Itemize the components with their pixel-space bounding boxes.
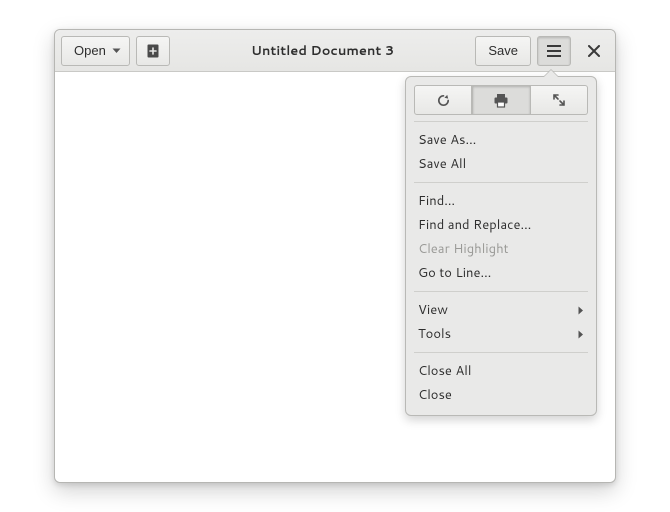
reload-icon bbox=[436, 93, 451, 108]
menu-separator bbox=[414, 121, 588, 122]
app-window: Open Untitled Document 3 Save bbox=[54, 29, 616, 483]
chevron-right-icon bbox=[578, 306, 584, 315]
open-label: Open bbox=[74, 43, 106, 58]
new-tab-button[interactable] bbox=[136, 36, 170, 66]
menu-separator bbox=[414, 352, 588, 353]
menu-label: Clear Highlight bbox=[418, 240, 509, 258]
window-close-button[interactable] bbox=[579, 36, 609, 66]
reload-button[interactable] bbox=[414, 85, 472, 115]
hamburger-menu-button[interactable] bbox=[537, 36, 571, 66]
menu-label: Go to Line… bbox=[418, 264, 491, 282]
menu-view[interactable]: View bbox=[414, 298, 588, 322]
new-document-icon bbox=[145, 43, 161, 59]
menu-go-to-line[interactable]: Go to Line… bbox=[414, 261, 588, 285]
app-menu-popover: Save As… Save All Find… Find and Replace… bbox=[405, 76, 597, 416]
window-title: Untitled Document 3 bbox=[176, 42, 470, 60]
titlebar: Open Untitled Document 3 Save bbox=[55, 30, 615, 72]
menu-separator bbox=[414, 182, 588, 183]
menu-tools[interactable]: Tools bbox=[414, 322, 588, 346]
fullscreen-button[interactable] bbox=[531, 85, 588, 115]
menu-label: Save All bbox=[418, 155, 466, 173]
save-label: Save bbox=[488, 43, 518, 58]
menu-label: Save As… bbox=[418, 131, 476, 149]
menu-label: Find and Replace… bbox=[418, 216, 531, 234]
hamburger-icon bbox=[547, 45, 561, 57]
print-icon bbox=[493, 93, 509, 108]
titlebar-right: Save bbox=[475, 36, 609, 66]
menu-separator bbox=[414, 291, 588, 292]
menu-save-all[interactable]: Save All bbox=[414, 152, 588, 176]
chevron-right-icon bbox=[578, 330, 584, 339]
menu-label: Find… bbox=[418, 192, 455, 210]
menu-label: View bbox=[418, 301, 448, 319]
menu-close-all[interactable]: Close All bbox=[414, 359, 588, 383]
save-button[interactable]: Save bbox=[475, 36, 531, 66]
close-icon bbox=[588, 45, 600, 57]
print-button[interactable] bbox=[472, 85, 530, 115]
menu-label: Close bbox=[418, 386, 452, 404]
menu-label: Tools bbox=[418, 325, 451, 343]
menu-label: Close All bbox=[418, 362, 471, 380]
popover-action-row bbox=[414, 85, 588, 115]
fullscreen-icon bbox=[552, 93, 566, 107]
menu-clear-highlight: Clear Highlight bbox=[414, 237, 588, 261]
open-button[interactable]: Open bbox=[61, 36, 130, 66]
menu-find[interactable]: Find… bbox=[414, 189, 588, 213]
titlebar-left: Open bbox=[61, 36, 170, 66]
menu-find-replace[interactable]: Find and Replace… bbox=[414, 213, 588, 237]
menu-save-as[interactable]: Save As… bbox=[414, 128, 588, 152]
caret-down-icon bbox=[112, 48, 121, 54]
menu-close[interactable]: Close bbox=[414, 383, 588, 407]
